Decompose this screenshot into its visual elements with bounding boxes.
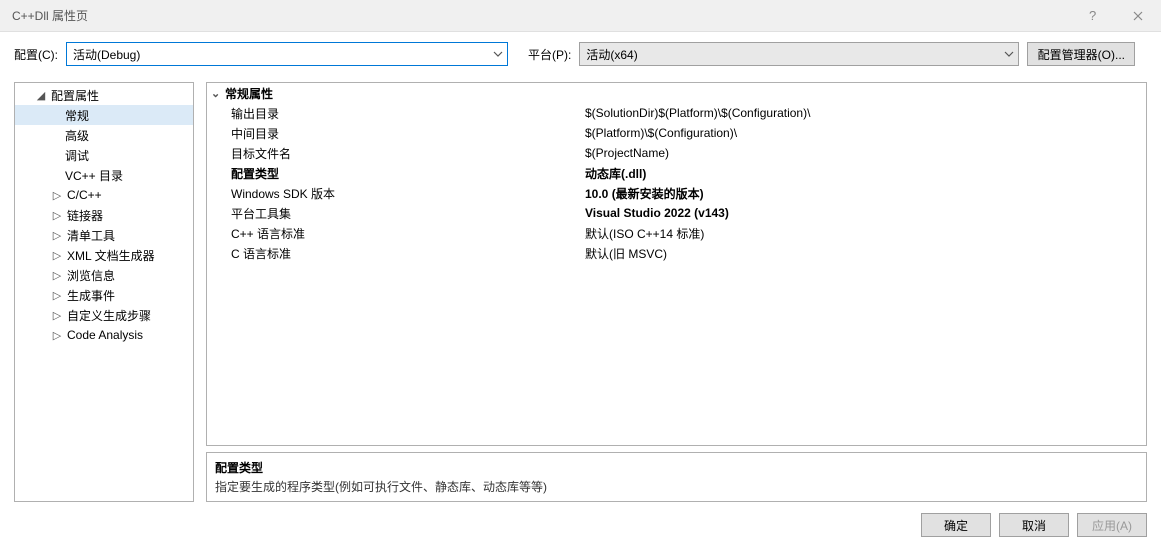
prop-label: 平台工具集 bbox=[207, 205, 581, 222]
chevron-down-icon bbox=[1004, 51, 1014, 57]
sidebar-item-ccpp[interactable]: ▷ C/C++ bbox=[15, 185, 193, 205]
body-area: ◢ 配置属性 常规 高级 调试 VC++ 目录 ▷ C/C++ ▷ 链接器 ▷ … bbox=[0, 76, 1161, 502]
prop-row-intermediatedir[interactable]: 中间目录 $(Platform)\$(Configuration)\ bbox=[207, 123, 1146, 143]
help-icon[interactable]: ? bbox=[1069, 0, 1115, 32]
prop-label: C 语言标准 bbox=[207, 245, 581, 262]
chevron-right-icon: ▷ bbox=[51, 189, 63, 202]
config-combobox[interactable]: 活动(Debug) bbox=[66, 42, 508, 66]
chevron-right-icon: ▷ bbox=[51, 289, 63, 302]
sidebar-item-codeanalysis[interactable]: ▷ Code Analysis bbox=[15, 325, 193, 345]
dialog-footer: 确定 取消 应用(A) bbox=[0, 502, 1161, 548]
window-title: C++Dll 属性页 bbox=[12, 7, 1069, 24]
svg-text:?: ? bbox=[1089, 9, 1096, 23]
prop-row-cppstd[interactable]: C++ 语言标准 默认(ISO C++14 标准) bbox=[207, 223, 1146, 243]
section-header[interactable]: ⌄ 常规属性 bbox=[207, 83, 1146, 103]
chevron-right-icon: ▷ bbox=[51, 269, 63, 282]
main-area: ⌄ 常规属性 输出目录 $(SolutionDir)$(Platform)\$(… bbox=[206, 82, 1147, 502]
chevron-down-icon bbox=[493, 51, 503, 57]
config-value: 活动(Debug) bbox=[73, 46, 487, 63]
prop-label: 配置类型 bbox=[207, 165, 581, 182]
prop-value: 10.0 (最新安装的版本) bbox=[581, 185, 1146, 202]
property-grid[interactable]: ⌄ 常规属性 输出目录 $(SolutionDir)$(Platform)\$(… bbox=[206, 82, 1147, 446]
tree-root-label: 配置属性 bbox=[51, 87, 99, 104]
platform-value: 活动(x64) bbox=[586, 46, 998, 63]
sidebar-tree[interactable]: ◢ 配置属性 常规 高级 调试 VC++ 目录 ▷ C/C++ ▷ 链接器 ▷ … bbox=[14, 82, 194, 502]
chevron-right-icon: ▷ bbox=[51, 229, 63, 242]
prop-row-cstd[interactable]: C 语言标准 默认(旧 MSVC) bbox=[207, 243, 1146, 263]
section-title: 常规属性 bbox=[225, 85, 273, 102]
chevron-down-icon: ◢ bbox=[35, 89, 47, 102]
prop-value: Visual Studio 2022 (v143) bbox=[581, 206, 1146, 220]
description-text: 指定要生成的程序类型(例如可执行文件、静态库、动态库等等) bbox=[215, 478, 1138, 495]
platform-label: 平台(P): bbox=[528, 46, 571, 63]
sidebar-item-xmldocgen[interactable]: ▷ XML 文档生成器 bbox=[15, 245, 193, 265]
cancel-button[interactable]: 取消 bbox=[999, 513, 1069, 537]
prop-row-configtype[interactable]: 配置类型 动态库(.dll) bbox=[207, 163, 1146, 183]
chevron-right-icon: ▷ bbox=[51, 249, 63, 262]
prop-value: 动态库(.dll) bbox=[581, 165, 1146, 182]
tree-root[interactable]: ◢ 配置属性 bbox=[15, 85, 193, 105]
prop-value: $(ProjectName) bbox=[581, 146, 1146, 160]
sidebar-item-buildevents[interactable]: ▷ 生成事件 bbox=[15, 285, 193, 305]
chevron-right-icon: ▷ bbox=[51, 209, 63, 222]
sidebar-item-custombuild[interactable]: ▷ 自定义生成步骤 bbox=[15, 305, 193, 325]
prop-label: 目标文件名 bbox=[207, 145, 581, 162]
config-manager-button[interactable]: 配置管理器(O)... bbox=[1027, 42, 1135, 66]
close-icon[interactable] bbox=[1115, 0, 1161, 32]
prop-label: Windows SDK 版本 bbox=[207, 185, 581, 202]
sidebar-item-manifest[interactable]: ▷ 清单工具 bbox=[15, 225, 193, 245]
description-panel: 配置类型 指定要生成的程序类型(例如可执行文件、静态库、动态库等等) bbox=[206, 452, 1147, 502]
title-bar: C++Dll 属性页 ? bbox=[0, 0, 1161, 32]
ok-button[interactable]: 确定 bbox=[921, 513, 991, 537]
prop-row-outputdir[interactable]: 输出目录 $(SolutionDir)$(Platform)\$(Configu… bbox=[207, 103, 1146, 123]
chevron-right-icon: ▷ bbox=[51, 329, 63, 342]
prop-label: C++ 语言标准 bbox=[207, 225, 581, 242]
prop-row-sdk[interactable]: Windows SDK 版本 10.0 (最新安装的版本) bbox=[207, 183, 1146, 203]
sidebar-item-vcdirs[interactable]: VC++ 目录 bbox=[15, 165, 193, 185]
prop-value: 默认(ISO C++14 标准) bbox=[581, 225, 1146, 242]
prop-value: 默认(旧 MSVC) bbox=[581, 245, 1146, 262]
sidebar-item-advanced[interactable]: 高级 bbox=[15, 125, 193, 145]
chevron-right-icon: ▷ bbox=[51, 309, 63, 322]
sidebar-item-linker[interactable]: ▷ 链接器 bbox=[15, 205, 193, 225]
config-label: 配置(C): bbox=[14, 46, 58, 63]
prop-row-toolset[interactable]: 平台工具集 Visual Studio 2022 (v143) bbox=[207, 203, 1146, 223]
prop-label: 输出目录 bbox=[207, 105, 581, 122]
sidebar-item-browseinfo[interactable]: ▷ 浏览信息 bbox=[15, 265, 193, 285]
prop-row-targetname[interactable]: 目标文件名 $(ProjectName) bbox=[207, 143, 1146, 163]
sidebar-item-debug[interactable]: 调试 bbox=[15, 145, 193, 165]
configuration-toolbar: 配置(C): 活动(Debug) 平台(P): 活动(x64) 配置管理器(O)… bbox=[0, 32, 1161, 76]
prop-label: 中间目录 bbox=[207, 125, 581, 142]
chevron-down-icon: ⌄ bbox=[211, 87, 225, 100]
prop-value: $(SolutionDir)$(Platform)\$(Configuratio… bbox=[581, 106, 1146, 120]
platform-combobox[interactable]: 活动(x64) bbox=[579, 42, 1019, 66]
description-title: 配置类型 bbox=[215, 459, 1138, 476]
apply-button[interactable]: 应用(A) bbox=[1077, 513, 1147, 537]
prop-value: $(Platform)\$(Configuration)\ bbox=[581, 126, 1146, 140]
sidebar-item-general[interactable]: 常规 bbox=[15, 105, 193, 125]
